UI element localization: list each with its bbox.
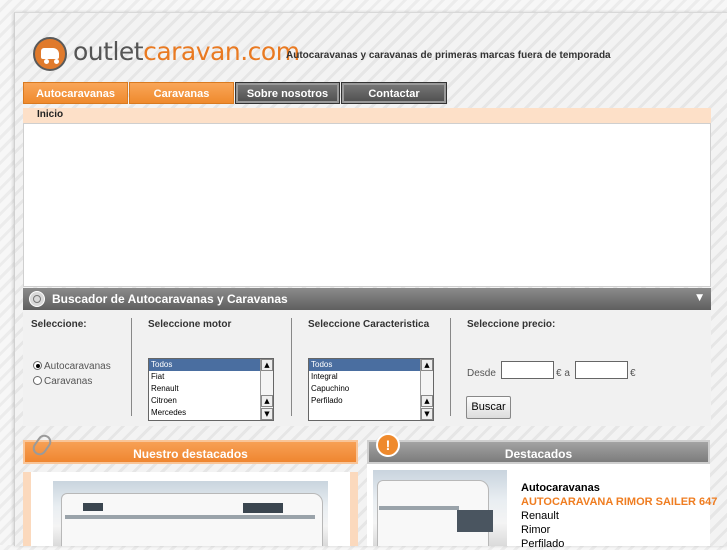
- listbox-scrollbar[interactable]: ▲ ▲ ▼: [260, 359, 273, 420]
- scroll-up-icon[interactable]: ▲: [261, 395, 273, 407]
- search-icon: [29, 291, 45, 307]
- featured-photo[interactable]: [373, 470, 507, 546]
- radio-caravanas[interactable]: Caravanas: [33, 376, 92, 387]
- caract-listbox[interactable]: Todos Integral Capuchino Perfilado ▲ ▲ ▼: [308, 358, 434, 421]
- caract-label: Seleccione Caracteristica: [308, 319, 430, 330]
- price-label: Seleccione precio:: [467, 319, 556, 330]
- scroll-up-icon[interactable]: ▲: [261, 359, 273, 371]
- featured-type: Perfilado: [521, 538, 565, 550]
- motor-option[interactable]: Todos: [149, 359, 273, 371]
- divider: [131, 318, 132, 416]
- wheel-icon: [44, 59, 49, 64]
- caravan-stripe: [65, 515, 315, 519]
- wheel-icon: [54, 59, 59, 64]
- banner-area: [23, 123, 711, 287]
- search-header[interactable]: Buscador de Autocaravanas y Caravanas ▼: [23, 288, 711, 310]
- brand-part-1: outlet: [73, 37, 144, 66]
- tab-autocaravanas[interactable]: Autocaravanas: [23, 82, 128, 104]
- type-label: Seleccione:: [31, 319, 87, 330]
- caract-option[interactable]: Perfilado: [309, 395, 433, 407]
- price-from-label: Desde: [467, 368, 496, 379]
- listbox-scrollbar[interactable]: ▲ ▲ ▼: [420, 359, 433, 420]
- caravan-window: [243, 503, 283, 513]
- search-panel: Seleccione: Autocaravanas Caravanas Sele…: [23, 310, 711, 426]
- alert-icon: !: [376, 433, 400, 457]
- featured-name-link[interactable]: AUTOCARAVANA RIMOR SAILER 647: [521, 496, 717, 508]
- radio-label: Caravanas: [44, 376, 93, 387]
- tab-sobre-nosotros[interactable]: Sobre nosotros: [235, 82, 340, 104]
- breadcrumb-inicio[interactable]: Inicio: [37, 109, 63, 120]
- site-brand[interactable]: outletcaravan.com: [73, 37, 300, 66]
- radio-dot[interactable]: [33, 361, 42, 370]
- caravan-photo[interactable]: [53, 481, 328, 546]
- breadcrumb: Inicio: [23, 108, 711, 123]
- motor-option[interactable]: Renault: [149, 383, 273, 395]
- price-to-label: € a: [556, 368, 570, 379]
- site-tagline: Autocaravanas y caravanas de primeras ma…: [286, 50, 611, 61]
- tab-contactar[interactable]: Contactar: [341, 82, 447, 104]
- featured-right-header: Destacados: [367, 440, 710, 464]
- motor-option[interactable]: Citroen: [149, 395, 273, 407]
- scroll-up-icon[interactable]: ▲: [421, 395, 433, 407]
- caravan-icon: [41, 48, 59, 59]
- search-button[interactable]: Buscar: [466, 396, 511, 419]
- featured-brand: Rimor: [521, 524, 551, 536]
- tab-caravanas[interactable]: Caravanas: [129, 82, 234, 104]
- camper-stripe: [379, 506, 459, 510]
- scroll-up-icon[interactable]: ▲: [421, 359, 433, 371]
- scroll-down-icon[interactable]: ▼: [261, 408, 273, 420]
- radio-label: Autocaravanas: [44, 361, 111, 372]
- motor-option[interactable]: Fiat: [149, 371, 273, 383]
- caravan-window: [83, 503, 103, 511]
- radio-autocaravanas[interactable]: Autocaravanas: [33, 361, 111, 372]
- search-title: Buscador de Autocaravanas y Caravanas: [52, 292, 288, 306]
- featured-left-inner: [31, 472, 350, 546]
- motor-listbox[interactable]: Todos Fiat Renault Citroen Mercedes ▲ ▲ …: [148, 358, 274, 421]
- caract-option[interactable]: Integral: [309, 371, 433, 383]
- caract-option[interactable]: Capuchino: [309, 383, 433, 395]
- caract-option[interactable]: Todos: [309, 359, 433, 371]
- page-container: outletcaravan.com Autocaravanas y carava…: [14, 12, 727, 550]
- featured-right-box: Autocaravanas AUTOCARAVANA RIMOR SAILER …: [367, 464, 717, 550]
- brand-part-2: caravan.com: [143, 37, 300, 66]
- motor-option[interactable]: Mercedes: [149, 407, 273, 419]
- logo-icon[interactable]: [33, 37, 67, 71]
- scroll-down-icon[interactable]: ▼: [421, 408, 433, 420]
- price-from-input[interactable]: [501, 361, 554, 379]
- radio-dot[interactable]: [33, 376, 42, 385]
- collapse-arrow-icon[interactable]: ▼: [696, 293, 703, 303]
- featured-left-header: Nuestro destacados: [23, 440, 358, 464]
- featured-left-box: [23, 472, 358, 546]
- motor-label: Seleccione motor: [148, 319, 232, 330]
- camper-windshield: [457, 510, 493, 532]
- caravan-body: [61, 493, 323, 546]
- currency-symbol: €: [630, 368, 636, 379]
- featured-engine: Renault: [521, 510, 559, 522]
- divider: [291, 318, 292, 416]
- featured-category: Autocaravanas: [521, 482, 600, 494]
- divider: [450, 318, 451, 416]
- price-to-input[interactable]: [575, 361, 628, 379]
